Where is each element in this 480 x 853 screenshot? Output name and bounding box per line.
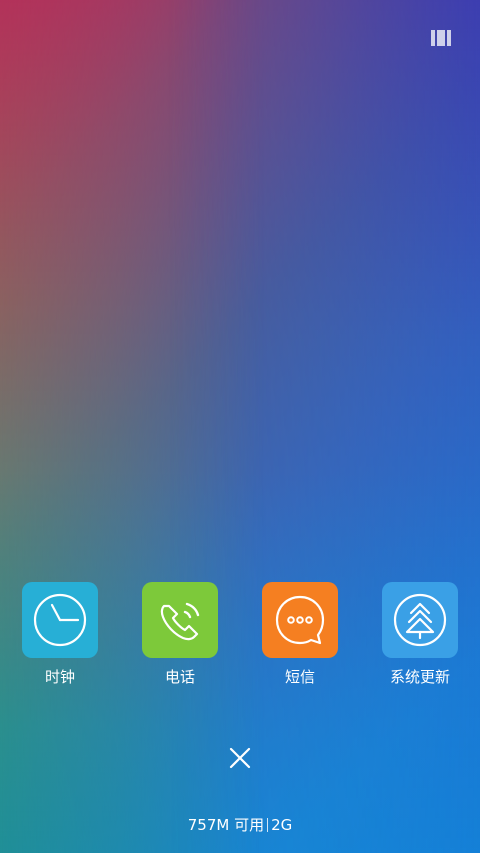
wallpaper-overlay-right <box>0 0 480 853</box>
system-update-tile[interactable] <box>382 582 458 658</box>
messages-tile[interactable] <box>262 582 338 658</box>
clock-icon <box>33 593 87 647</box>
system-update-icon <box>393 593 447 647</box>
message-icon <box>275 595 325 645</box>
memory-available: 757M 可用 <box>187 816 265 834</box>
app-label: 短信 <box>284 668 315 686</box>
app-label: 系统更新 <box>389 668 450 686</box>
app-label: 时钟 <box>44 668 75 686</box>
recent-app-clock[interactable]: 时钟 <box>0 582 120 687</box>
recent-app-messages[interactable]: 短信 <box>240 582 360 687</box>
close-all-icon <box>229 747 251 769</box>
memory-status: 757M 可用 2G <box>0 815 480 835</box>
phone-tile[interactable] <box>142 582 218 658</box>
phone-icon <box>160 602 200 641</box>
memory-total: 2G <box>271 816 293 834</box>
view-mode-icon[interactable] <box>431 30 452 46</box>
memory-separator <box>267 818 269 832</box>
recent-app-system-update[interactable]: 系统更新 <box>360 582 480 687</box>
close-all-button[interactable] <box>225 743 255 773</box>
clock-tile[interactable] <box>22 582 98 658</box>
recent-app-phone[interactable]: 电话 <box>120 582 240 687</box>
app-label: 电话 <box>164 668 195 686</box>
